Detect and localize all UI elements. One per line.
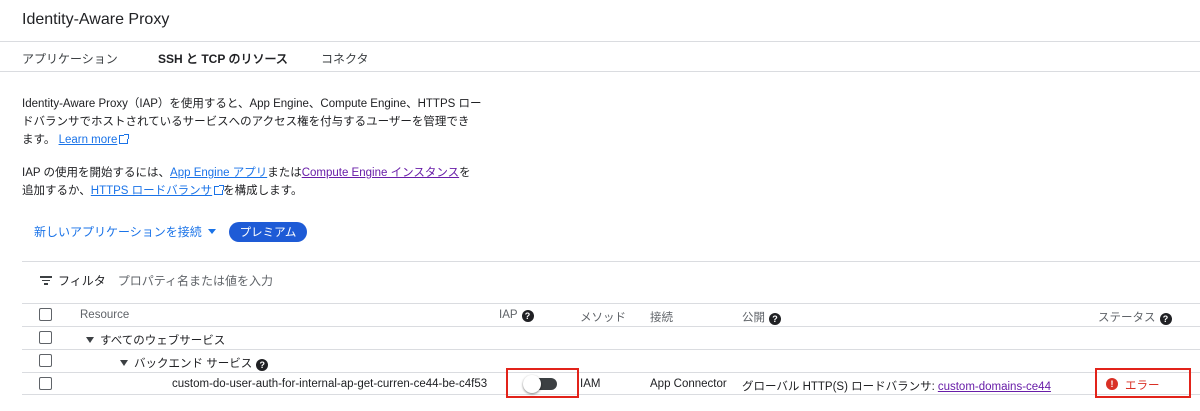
section-divider — [22, 261, 1200, 262]
getting-started-line-1: IAP の使用を開始するには、App Engine アプリまたはCompute … — [22, 164, 502, 182]
column-header-published: 公開? — [742, 309, 781, 325]
method-value: IAM — [580, 378, 601, 390]
help-icon[interactable]: ? — [769, 313, 781, 325]
table-header-row: Resource IAP? メソッド 接続 公開? ステータス? — [22, 303, 1200, 326]
row-checkbox[interactable] — [39, 331, 52, 344]
premium-badge[interactable]: プレミアム — [229, 222, 307, 242]
table-row: custom-do-user-auth-for-internal-ap-get-… — [22, 368, 1200, 398]
resource-table: Resource IAP? メソッド 接続 公開? ステータス? すべてのウェブ… — [22, 303, 1200, 398]
published-prefix: グローバル HTTP(S) ロードバランサ: — [742, 381, 935, 393]
column-header-iap: IAP? — [499, 309, 534, 322]
filter-bar: フィルタ — [40, 272, 358, 289]
external-link-icon — [119, 134, 130, 144]
tab-applications[interactable]: アプリケーション — [22, 50, 118, 67]
published-value: グローバル HTTP(S) ロードバランサ: custom-domains-ce4… — [742, 378, 1051, 394]
expand-triangle-icon[interactable] — [86, 337, 94, 343]
help-icon[interactable]: ? — [1159, 313, 1172, 325]
group-all-web-text: すべてのウェブサービス — [100, 335, 226, 347]
description-line-1: Identity-Aware Proxy（IAP）を使用すると、App Engi… — [22, 98, 482, 110]
start-text-2: または — [267, 167, 302, 179]
start-text-5: を構成します。 — [223, 185, 303, 197]
description-line-3: ます。 Learn more — [22, 131, 502, 149]
filter-icon — [40, 276, 52, 285]
status-highlight: ! エラー — [1095, 368, 1191, 398]
expand-triangle-icon[interactable] — [120, 360, 128, 366]
resource-name: custom-do-user-auth-for-internal-ap-get-… — [172, 378, 488, 390]
page-header: Identity-Aware Proxy — [0, 0, 1200, 42]
getting-started-line-2: 追加するか、HTTPS ロードバランサ を構成します。 — [22, 182, 502, 200]
filter-label: フィルタ — [58, 274, 106, 288]
row-checkbox[interactable] — [39, 377, 52, 390]
learn-more-link[interactable]: Learn more — [59, 134, 118, 146]
compute-engine-instance-link[interactable]: Compute Engine インスタンス — [302, 167, 459, 179]
iap-toggle[interactable] — [523, 375, 557, 393]
help-icon[interactable]: ? — [521, 310, 534, 322]
toggle-knob — [523, 375, 541, 393]
table-row-group-backend-services: バックエンド サービス? — [22, 349, 1200, 372]
column-header-status-label[interactable]: ステータス — [1098, 312, 1156, 324]
column-header-iap-label[interactable]: IAP — [499, 309, 518, 321]
help-icon[interactable]: ? — [256, 359, 269, 371]
table-row-group-all-web-services: すべてのウェブサービス — [22, 326, 1200, 349]
getting-started-text: IAP の使用を開始するには、App Engine アプリまたはCompute … — [22, 164, 502, 200]
page-title: Identity-Aware Proxy — [22, 11, 170, 28]
column-header-connection[interactable]: 接続 — [650, 309, 673, 325]
tab-connectors[interactable]: コネクタ — [321, 50, 369, 67]
status-value[interactable]: エラー — [1125, 377, 1160, 393]
start-text-3: を — [459, 167, 471, 179]
app-engine-app-link[interactable]: App Engine アプリ — [170, 167, 267, 179]
column-header-resource[interactable]: Resource — [80, 309, 129, 321]
group-backend-text: バックエンド サービス — [134, 358, 253, 370]
connection-value: App Connector — [650, 378, 727, 390]
column-header-method[interactable]: メソッド — [580, 309, 626, 325]
connect-new-application-label: 新しいアプリケーションを接続 — [34, 225, 202, 239]
iap-toggle-highlight — [506, 368, 579, 398]
filter-input[interactable] — [117, 273, 358, 288]
tab-bar: アプリケーション SSH と TCP のリソース コネクタ — [0, 42, 1200, 72]
error-icon: ! — [1106, 378, 1118, 390]
published-load-balancer-link[interactable]: custom-domains-ce44 — [938, 381, 1051, 393]
start-text-1: IAP の使用を開始するには、 — [22, 167, 171, 179]
description-line-2: ドバランサでホストされているサービスへのアクセス権を付与するユーザーを管理でき — [22, 116, 470, 128]
column-header-status: ステータス? — [1098, 309, 1172, 325]
iap-description: Identity-Aware Proxy（IAP）を使用すると、App Engi… — [22, 95, 502, 149]
description-line-3-text: ます。 — [22, 134, 56, 146]
tab-ssh-tcp-resources[interactable]: SSH と TCP のリソース — [158, 50, 288, 67]
select-all-checkbox[interactable] — [39, 308, 52, 321]
start-text-4: 追加するか、 — [22, 185, 91, 197]
external-link-icon — [214, 185, 225, 195]
row-checkbox[interactable] — [39, 354, 52, 367]
column-header-published-label[interactable]: 公開 — [742, 312, 765, 324]
chevron-down-icon — [207, 229, 216, 234]
connect-new-application-button[interactable]: 新しいアプリケーションを接続 — [34, 223, 216, 240]
group-label-all-web-services[interactable]: すべてのウェブサービス — [86, 332, 225, 348]
group-label-backend-services[interactable]: バックエンド サービス? — [120, 355, 269, 371]
https-load-balancer-link[interactable]: HTTPS ロードバランサ — [91, 185, 212, 197]
